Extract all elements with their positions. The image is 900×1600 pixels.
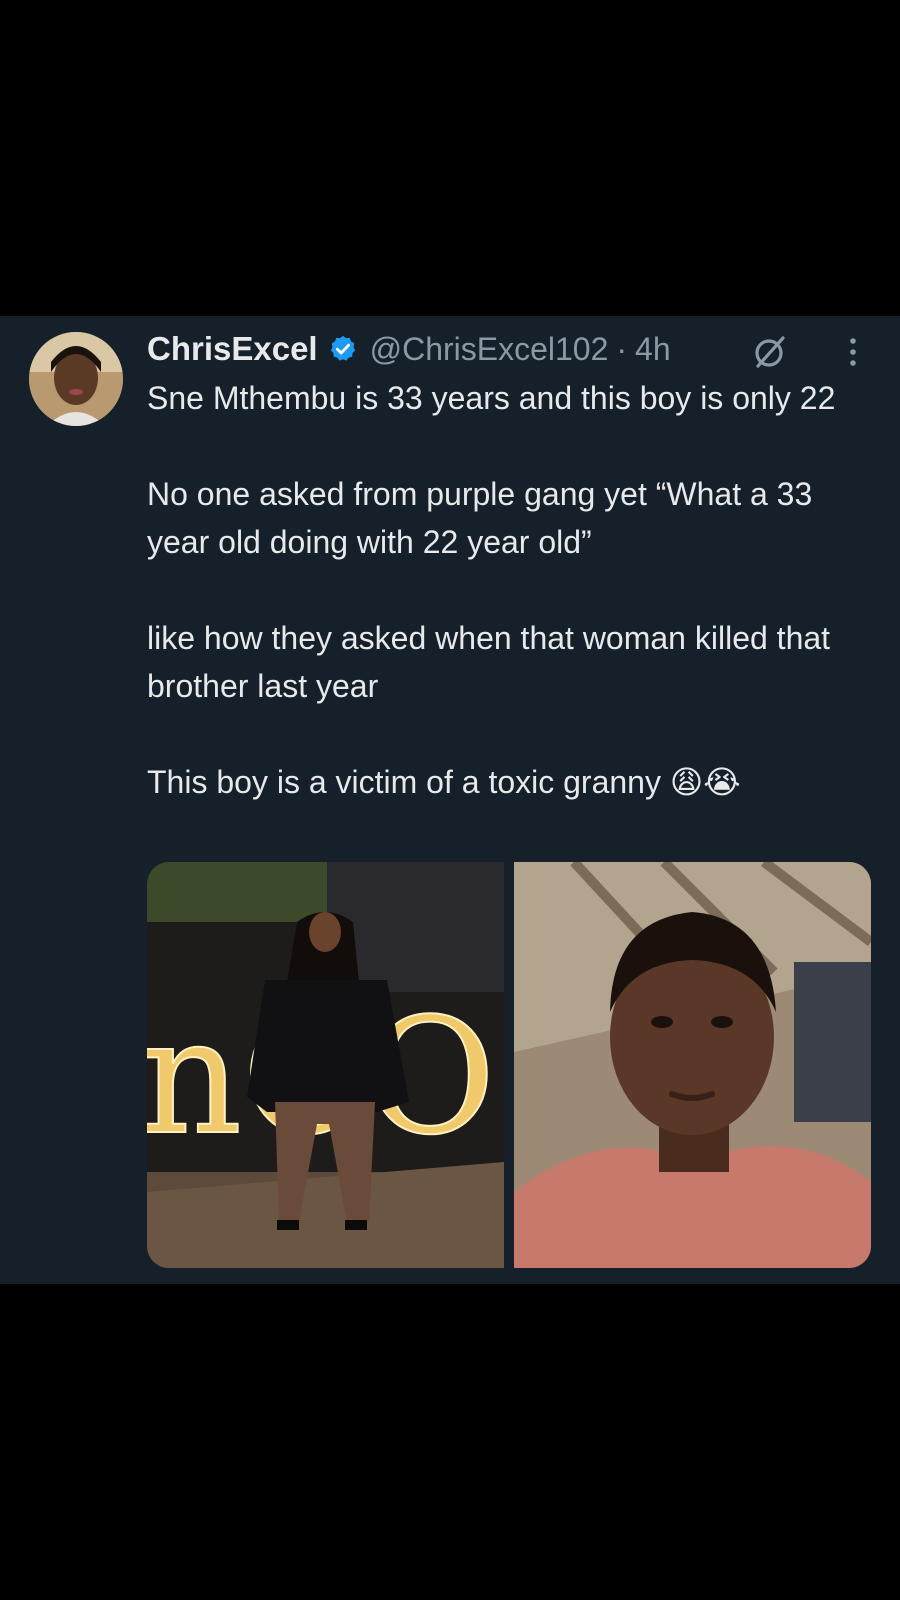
- separator-dot: ·: [616, 330, 628, 367]
- photo-woman-image: nCOSY: [147, 862, 504, 1268]
- media-photo-woman[interactable]: nCOSY: [147, 862, 504, 1268]
- tweet-card[interactable]: ChrisExcel @ChrisExcel102 · 4h Sne Mthem…: [0, 316, 900, 1284]
- author-name[interactable]: ChrisExcel: [147, 330, 318, 368]
- avatar[interactable]: [29, 332, 123, 426]
- tweet-text: Sne Mthembu is 33 years and this boy is …: [147, 374, 872, 854]
- tweet-header: ChrisExcel @ChrisExcel102 · 4h: [147, 324, 671, 374]
- photo-boy-image: [514, 862, 871, 1268]
- tweet-paragraph: Sne Mthembu is 33 years and this boy is …: [147, 380, 836, 416]
- tweet-paragraph: like how they asked when that woman kill…: [147, 620, 831, 704]
- tweet-timestamp[interactable]: 4h: [635, 331, 671, 368]
- tweet-media: nCOSY: [147, 862, 871, 1268]
- media-photo-boy[interactable]: [514, 862, 871, 1268]
- grok-icon[interactable]: [750, 332, 790, 372]
- avatar-image: [29, 332, 123, 426]
- more-options-icon[interactable]: [838, 334, 868, 370]
- tweet-paragraph: No one asked from purple gang yet “What …: [147, 476, 813, 560]
- author-handle[interactable]: @ChrisExcel102: [370, 331, 609, 368]
- verified-badge-icon: [330, 335, 355, 361]
- tweet-paragraph: This boy is a victim of a toxic granny 😩…: [147, 764, 741, 800]
